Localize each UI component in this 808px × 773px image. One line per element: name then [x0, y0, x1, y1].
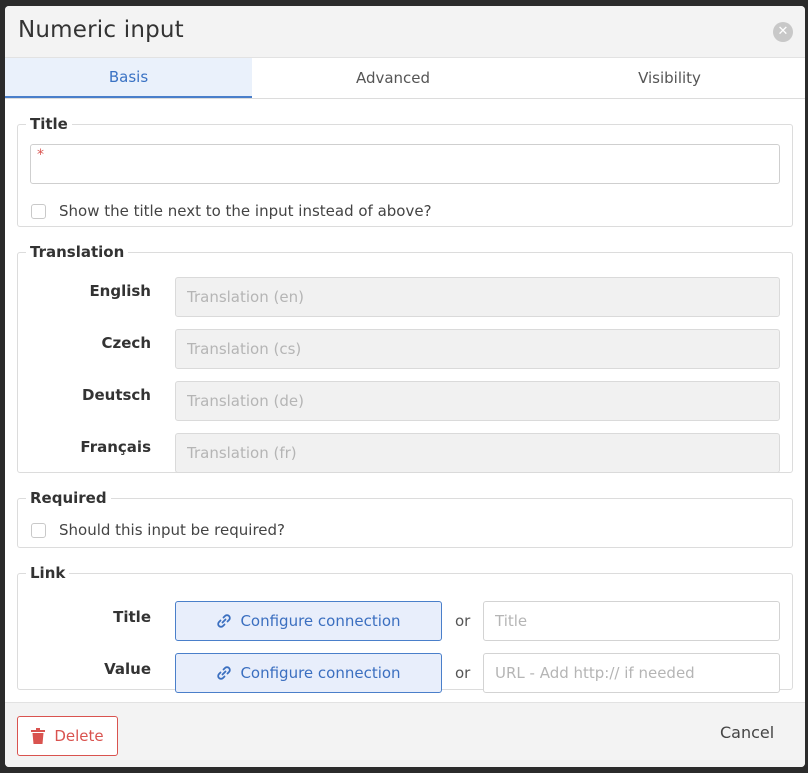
required-marker: * [37, 147, 44, 163]
link-legend: Link [30, 564, 66, 582]
tab-bar: Basis Advanced Visibility [5, 58, 805, 99]
required-legend: Required [30, 489, 107, 507]
link-value-label: Value [104, 660, 151, 678]
translation-label-en: English [89, 282, 151, 300]
translation-input-fr[interactable] [175, 433, 780, 473]
title-inline-checkbox[interactable] [31, 203, 46, 219]
title-legend: Title [30, 115, 68, 133]
translation-input-cs[interactable] [175, 329, 780, 369]
configure-title-connection-label: Configure connection [240, 612, 401, 630]
required-label: Should this input be required? [59, 521, 285, 539]
translation-fieldset: Translation English Czech Deutsch França… [17, 243, 793, 473]
translation-label-de: Deutsch [82, 386, 151, 404]
dialog-header: Numeric input ✕ [5, 6, 805, 58]
title-inline-option: Show the title next to the input instead… [31, 202, 432, 220]
or-separator: or [455, 664, 471, 682]
link-title-input[interactable] [483, 601, 780, 641]
title-fieldset: Title * Show the title next to the input… [17, 115, 793, 227]
numeric-input-dialog: Numeric input ✕ Basis Advanced Visibilit… [5, 6, 805, 767]
translation-legend: Translation [30, 243, 125, 261]
translation-input-en[interactable] [175, 277, 780, 317]
configure-value-connection-button[interactable]: Configure connection [175, 653, 442, 693]
delete-button[interactable]: Delete [17, 716, 118, 756]
tab-advanced[interactable]: Advanced [252, 58, 534, 98]
delete-label: Delete [54, 727, 104, 745]
title-input[interactable]: * [30, 144, 780, 184]
link-icon [216, 665, 232, 681]
close-icon[interactable]: ✕ [773, 22, 793, 42]
link-fieldset: Link Title Configure connection or Value [17, 564, 793, 693]
required-checkbox[interactable] [31, 522, 46, 538]
title-inline-label: Show the title next to the input instead… [59, 202, 432, 220]
dialog-footer: Delete Cancel [5, 702, 805, 767]
required-fieldset: Required Should this input be required? [17, 489, 793, 548]
trash-icon [31, 728, 46, 744]
translation-input-de[interactable] [175, 381, 780, 421]
required-option: Should this input be required? [31, 521, 285, 539]
link-icon [216, 613, 232, 629]
tab-basis[interactable]: Basis [5, 58, 252, 98]
link-title-label: Title [113, 608, 151, 626]
configure-value-connection-label: Configure connection [240, 664, 401, 682]
tab-visibility[interactable]: Visibility [534, 58, 805, 98]
translation-label-cs: Czech [101, 334, 151, 352]
translation-label-fr: Français [80, 438, 151, 456]
or-separator: or [455, 612, 471, 630]
link-value-input[interactable] [483, 653, 780, 693]
cancel-button[interactable]: Cancel [720, 723, 774, 742]
dialog-title: Numeric input [18, 17, 184, 43]
configure-title-connection-button[interactable]: Configure connection [175, 601, 442, 641]
